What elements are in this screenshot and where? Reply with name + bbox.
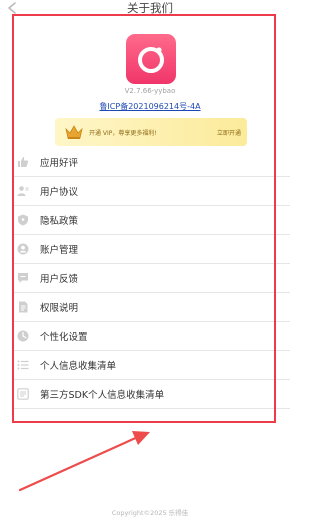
menu-item-label: 用户反馈 [40,274,79,285]
shield-icon [18,214,28,226]
menu-item-user-feedback[interactable]: 用户反馈 [12,264,290,293]
app-logo [126,34,176,84]
menu-item-permissions[interactable]: 权限说明 [12,293,290,322]
account-icon [17,243,29,255]
menu-item-personalization[interactable]: 个性化设置 [12,322,290,351]
menu-item-label: 个人信息收集清单 [40,361,117,372]
menu-item-third-party-sdk-list[interactable]: 第三方SDK个人信息收集清单 [12,380,290,409]
page-title: 关于我们 [127,1,173,15]
camera-lens-icon [138,47,164,73]
crown-icon [65,125,83,139]
menu-item-label: 权限说明 [40,303,79,314]
sdk-list-icon [17,388,29,400]
vip-open-button[interactable]: 立即开通 [217,128,241,137]
user-agreement-icon [17,186,29,196]
menu-item-rate-app[interactable]: 应用好评 [12,148,290,177]
list-icon [17,360,29,370]
menu-item-label: 个性化设置 [40,332,88,343]
menu-item-label: 应用好评 [40,158,79,169]
thumbs-up-icon [18,157,29,167]
menu-item-user-agreement[interactable]: 用户协议 [12,177,290,206]
settings-menu: 应用好评 用户协议 隐私政策 账户管理 用户反馈 权限说明 个性化设置 个人信息… [12,148,290,409]
menu-item-account-management[interactable]: 账户管理 [12,235,290,264]
settings-icon [17,330,29,342]
icp-link[interactable]: 鲁ICP备2021096214号-4A [0,101,300,112]
menu-item-label: 用户协议 [40,187,79,198]
vip-banner[interactable]: 开通 VIP，尊享更多福利! 立即开通 [55,118,247,146]
vip-banner-text: 开通 VIP，尊享更多福利! [89,129,157,137]
copyright-text: Copyright©2025 乐得佳 [111,509,189,517]
menu-item-label: 账户管理 [40,245,79,256]
menu-item-label: 第三方SDK个人信息收集清单 [40,390,165,401]
menu-item-privacy-policy[interactable]: 隐私政策 [12,206,290,235]
menu-item-personal-info-list[interactable]: 个人信息收集清单 [12,351,290,380]
app-version: V2.7.66-yybao [124,87,176,95]
feedback-icon [18,273,28,283]
document-icon [19,301,28,313]
menu-item-label: 隐私政策 [40,216,79,227]
